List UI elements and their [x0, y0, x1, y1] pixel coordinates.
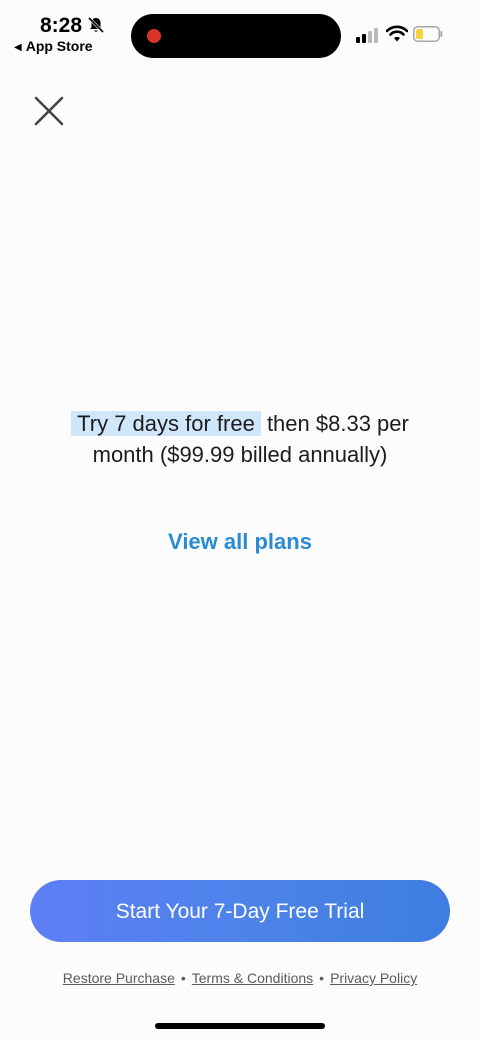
start-free-trial-button[interactable]: Start Your 7-Day Free Trial: [30, 880, 450, 942]
cellular-signal-icon: [356, 28, 378, 43]
footer-separator: •: [180, 970, 186, 986]
trial-highlight: Try 7 days for free: [71, 411, 261, 436]
back-to-app-store[interactable]: ◀ App Store: [14, 38, 93, 54]
wifi-icon: [386, 25, 408, 42]
footer-links: Restore Purchase • Terms & Conditions • Priv…: [0, 970, 480, 986]
battery-icon: [413, 26, 443, 42]
terms-conditions-link[interactable]: Terms & Conditions: [192, 970, 313, 986]
privacy-policy-link[interactable]: Privacy Policy: [330, 970, 417, 986]
footer-separator: •: [319, 970, 325, 986]
home-indicator[interactable]: [155, 1023, 325, 1029]
back-app-label: App Store: [25, 38, 93, 54]
close-icon[interactable]: [32, 94, 66, 128]
back-triangle-icon: ◀: [14, 42, 22, 53]
bell-slash-icon: [87, 16, 105, 34]
status-time: 8:28: [40, 14, 83, 37]
recording-indicator-icon: [147, 29, 161, 43]
view-all-plans-link[interactable]: View all plans: [0, 529, 480, 555]
dynamic-island: [131, 14, 341, 58]
restore-purchase-link[interactable]: Restore Purchase: [63, 970, 175, 986]
offer-text: Try 7 days for free then $8.33 per month…: [40, 408, 440, 470]
status-bar: 8:28 ◀ App Store: [0, 0, 480, 70]
